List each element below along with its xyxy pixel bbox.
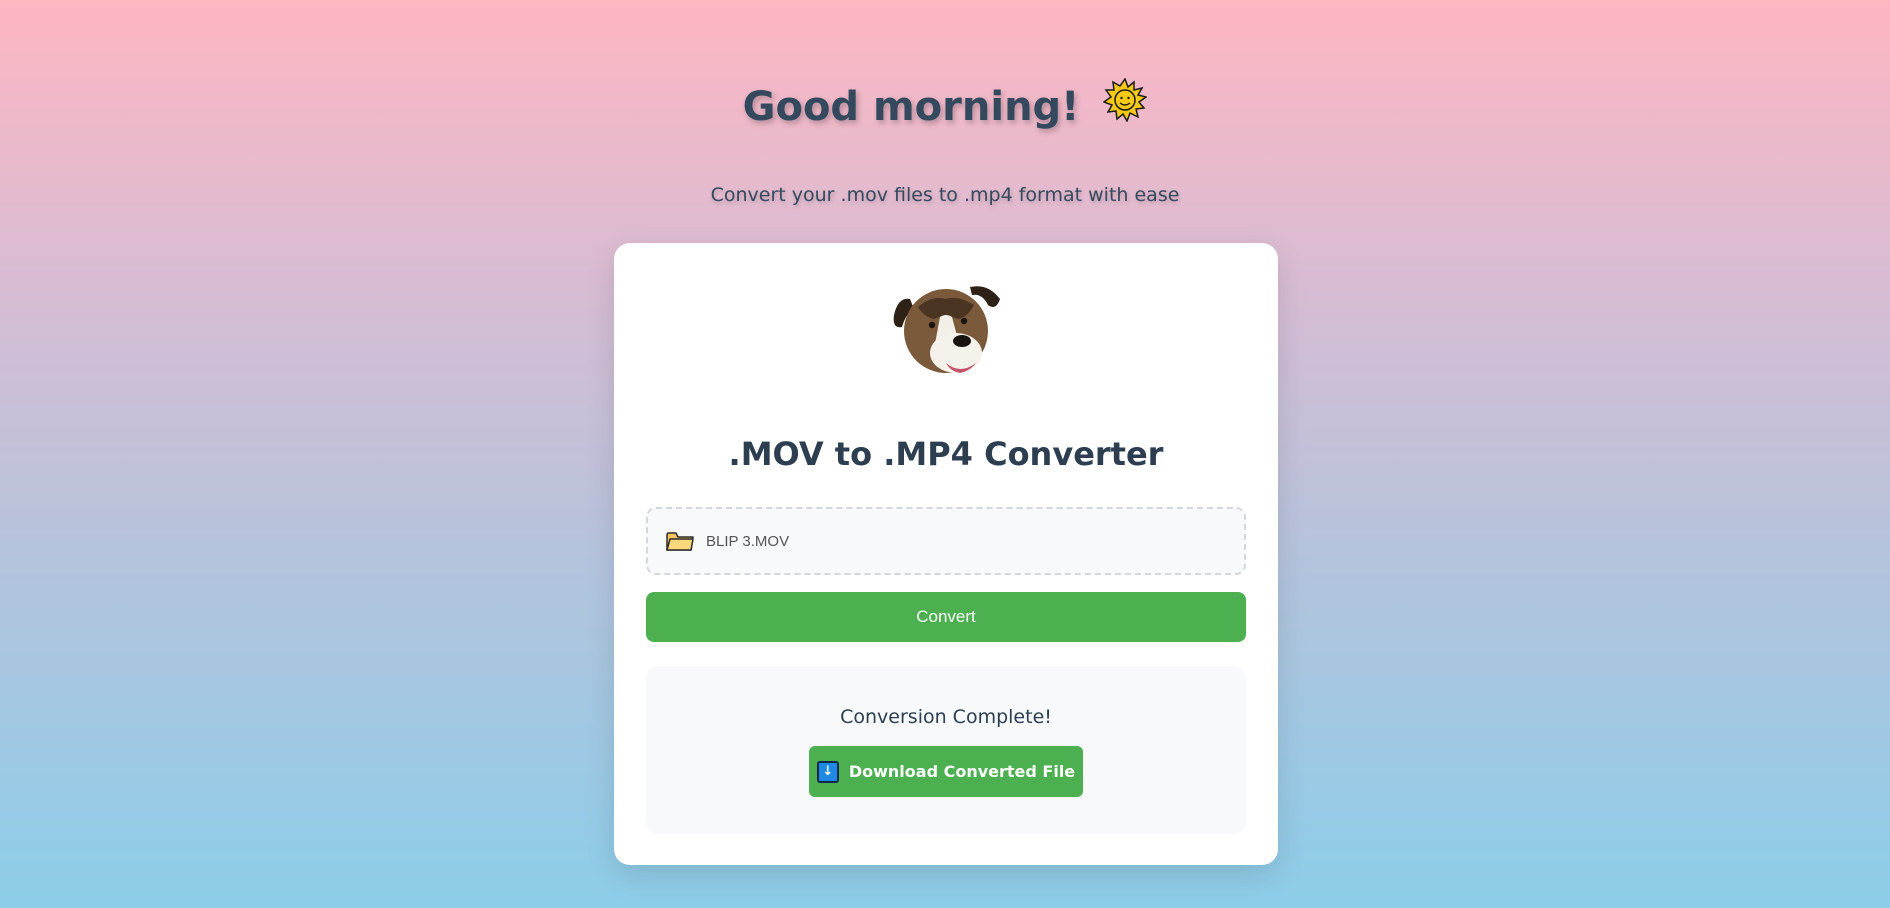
- greeting-text: Good morning!: [742, 84, 1080, 130]
- download-button[interactable]: ↓ Download Converted File: [809, 746, 1083, 797]
- page-subtitle: Convert your .mov files to .mp4 format w…: [710, 184, 1180, 206]
- download-button-label: Download Converted File: [848, 762, 1076, 781]
- download-icon: ↓: [816, 760, 839, 783]
- converter-title: .MOV to .MP4 Converter: [728, 435, 1164, 473]
- selected-file-name: BLIP 3.MOV: [706, 532, 790, 550]
- converter-card: .MOV to .MP4 Converter BLIP 3.MOV Conver…: [614, 243, 1278, 865]
- folder-icon: [666, 530, 694, 552]
- file-picker[interactable]: BLIP 3.MOV: [646, 507, 1246, 575]
- result-panel: Conversion Complete! ↓ Download Converte…: [646, 666, 1246, 834]
- dog-logo: [888, 277, 1006, 383]
- convert-button[interactable]: Convert: [646, 592, 1246, 642]
- conversion-status: Conversion Complete!: [840, 706, 1052, 728]
- sun-icon: [1102, 77, 1149, 132]
- greeting-heading: Good morning!: [0, 77, 1890, 136]
